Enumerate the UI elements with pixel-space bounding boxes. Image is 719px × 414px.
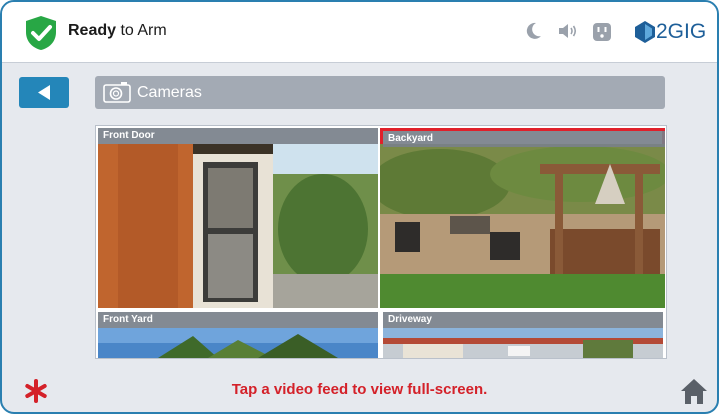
camera-tile-driveway[interactable]: Driveway: [383, 312, 663, 358]
camera-grid: Front Door Backyard Front Yard Driveway: [95, 125, 667, 359]
camera-tile-backyard[interactable]: Backyard: [380, 128, 665, 308]
speaker-icon[interactable]: [558, 22, 578, 40]
arm-status-strong: Ready: [68, 22, 117, 39]
footer-bar: Tap a video feed to view full-screen.: [2, 367, 717, 412]
brand-name: 2GIG: [656, 20, 707, 43]
header-bar: Ready to Arm 2GIG: [2, 2, 717, 63]
camera-label: Front Door: [98, 128, 378, 144]
arm-status: Ready to Arm: [68, 22, 167, 40]
camera-label: Backyard: [383, 131, 665, 147]
page-title: Cameras: [137, 84, 202, 101]
camera-feed-front-door: [98, 144, 378, 308]
back-button[interactable]: [19, 77, 69, 108]
camera-feed-driveway: [383, 328, 663, 358]
moon-icon[interactable]: [526, 22, 542, 40]
back-arrow-icon: [38, 85, 50, 100]
outlet-icon[interactable]: [592, 22, 612, 42]
arm-status-rest: to Arm: [116, 22, 167, 39]
page-title-bar: Cameras: [95, 76, 665, 109]
home-icon[interactable]: [680, 378, 708, 405]
camera-label: Driveway: [383, 312, 663, 328]
camera-feed-front-yard: [98, 328, 378, 358]
footer-hint: Tap a video feed to view full-screen.: [231, 381, 488, 398]
camera-icon: [103, 82, 131, 103]
camera-label: Front Yard: [98, 312, 378, 328]
camera-tile-front-yard[interactable]: Front Yard: [98, 312, 378, 358]
brand-logo-icon: [635, 21, 655, 43]
camera-feed-backyard: [380, 144, 665, 308]
shield-check-icon: [26, 16, 56, 50]
panel-frame: Ready to Arm 2GIG Cameras Front Door Bac…: [0, 0, 719, 414]
camera-tile-front-door[interactable]: Front Door: [98, 128, 378, 308]
